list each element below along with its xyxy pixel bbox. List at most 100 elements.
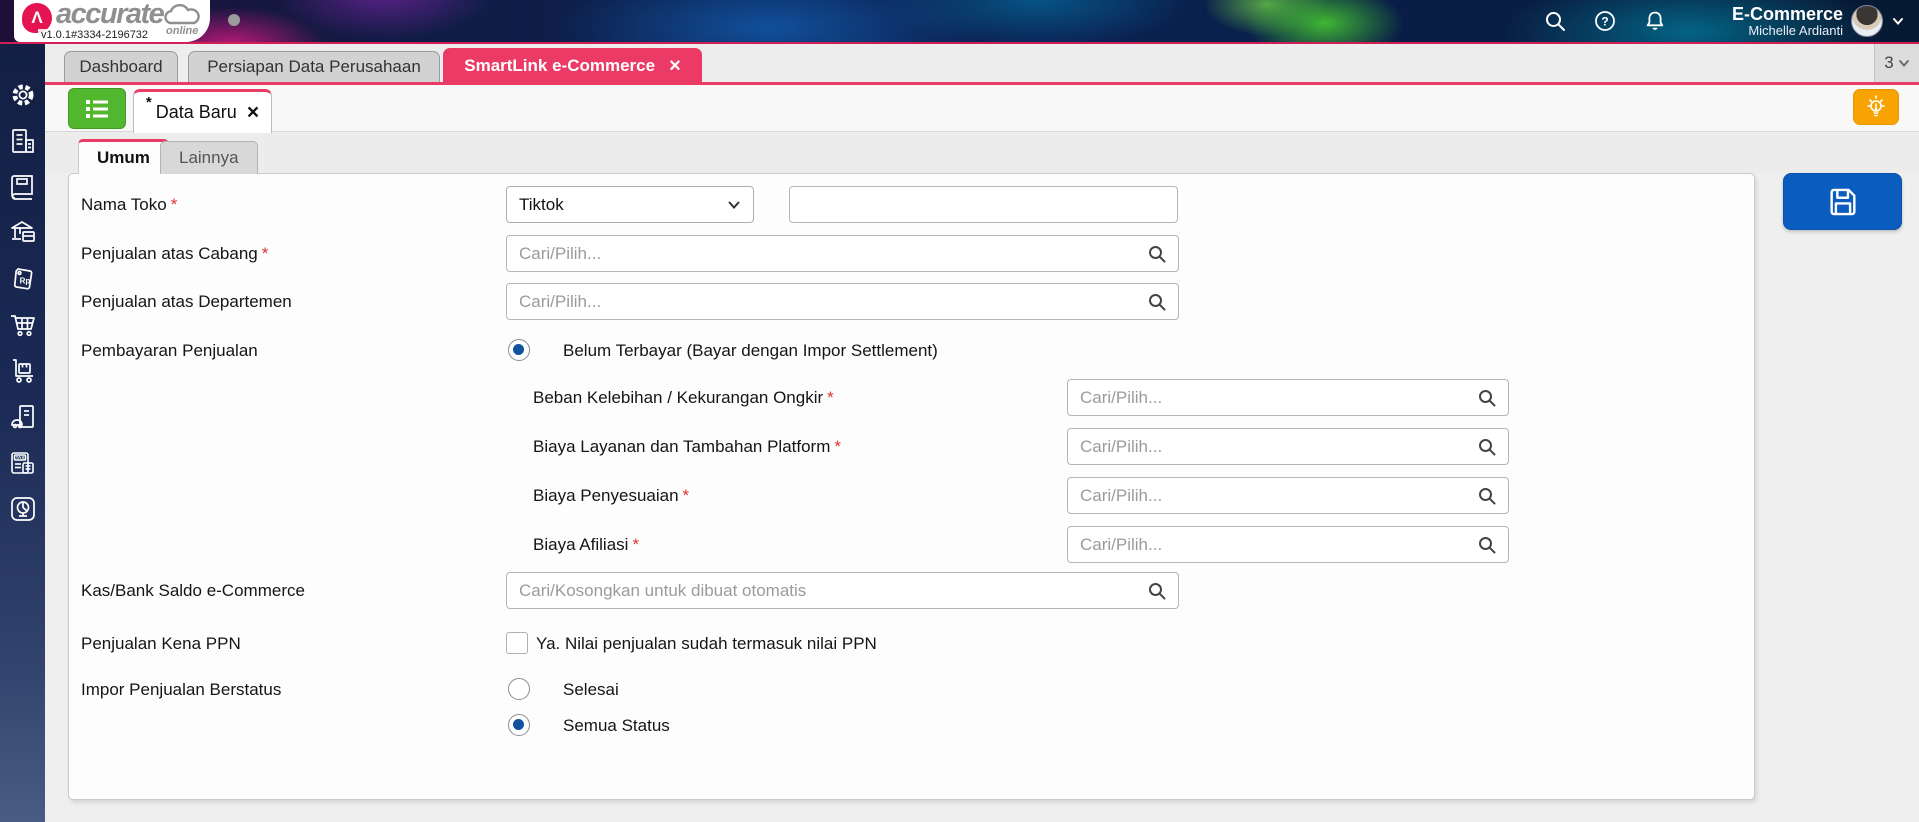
required-mark: * [170,195,178,214]
tab-dashboard[interactable]: Dashboard [64,51,178,82]
required-mark: * [834,437,842,456]
banner-dot [228,14,240,26]
required-mark: * [632,535,640,554]
form-tab-strip: Umum Lainnya [45,132,1919,174]
doc-tab-label: Data Baru [155,102,237,122]
document-bar: * Data Baru × [45,85,1919,133]
lightbulb-icon [1867,95,1885,117]
list-view-button[interactable] [68,88,126,129]
sidebar-nav: Rp TAX [0,44,45,822]
doc-tab-data-baru[interactable]: * Data Baru × [133,89,272,133]
chevron-down-icon [1898,60,1909,67]
search-icon[interactable] [1147,581,1167,601]
field-label-departemen: Penjualan atas Departemen [81,292,292,311]
tab-persiapan-data-perusahaan[interactable]: Persiapan Data Perusahaan [188,51,440,82]
radio-label: Semua Status [563,716,670,735]
user-menu[interactable]: E-Commerce Michelle Ardianti [1732,4,1905,38]
search-icon[interactable] [1477,388,1497,408]
sales-cart-icon[interactable] [8,310,38,340]
radio-selesai[interactable] [508,678,530,700]
search-icon[interactable] [1477,486,1497,506]
settings-icon[interactable] [8,80,38,110]
user-name: Michelle Ardianti [1748,23,1843,38]
tab-umum[interactable]: Umum [78,139,169,174]
beban-ongkir-search-input[interactable] [1067,379,1509,416]
required-mark: * [827,388,834,407]
radio-label: Selesai [563,680,619,699]
svg-text:?: ? [1601,15,1608,29]
form-panel: Nama Toko * Tiktok Penjualan atas Cabang *… [68,173,1755,800]
ledger-book-icon[interactable] [8,172,38,202]
tab-label: Persiapan Data Perusahaan [207,57,421,76]
radio-label: Belum Terbayar (Bayar dengan Impor Settl… [563,341,938,360]
field-label-cabang: Penjualan atas Cabang * [81,244,269,263]
field-label-biaya-afiliasi: Biaya Afiliasi * [533,535,640,554]
cabang-search-input[interactable] [506,235,1179,272]
fixed-assets-icon[interactable] [8,402,38,432]
brand-suffix: online [166,25,199,37]
brand-wordmark: accurate [56,0,165,30]
banking-icon[interactable] [8,218,38,248]
save-icon [1829,188,1856,215]
field-label-biaya-penyesuaian: Biaya Penyesuaian * [533,486,690,505]
radio-semua-status[interactable] [508,714,530,736]
field-label-nama-toko: Nama Toko * [81,195,178,214]
window-tab-bar: Dashboard Persiapan Data Perusahaan Smar… [45,44,1919,82]
radio-belum-terbayar[interactable] [508,339,530,361]
field-label-impor-status: Impor Penjualan Berstatus [81,680,282,699]
tab-lainnya[interactable]: Lainnya [160,141,258,174]
help-icon[interactable]: ? [1592,8,1618,34]
nama-toko-platform-select[interactable]: Tiktok [506,186,754,223]
reports-icon[interactable] [8,494,38,524]
hint-button[interactable] [1853,89,1899,125]
tab-count: 3 [1884,53,1894,72]
tab-count-menu[interactable]: 3 [1874,44,1919,82]
close-icon[interactable]: × [247,102,259,123]
svg-text:TAX: TAX [15,455,25,460]
nama-toko-input[interactable] [789,186,1178,223]
biaya-layanan-search-input[interactable] [1067,428,1509,465]
inventory-trolley-icon[interactable] [8,356,38,386]
ppn-checkbox[interactable] [506,632,528,654]
chevron-down-icon [728,201,740,209]
biaya-penyesuaian-search-input[interactable] [1067,477,1509,514]
top-banner: Λ accurate online v1.0.1#3334-2196732 ? … [0,0,1919,44]
tab-label: Lainnya [179,148,239,167]
currency-rp-icon[interactable]: Rp [8,264,38,294]
tab-label: SmartLink e-Commerce [464,55,656,75]
search-icon[interactable] [1542,8,1568,34]
required-mark: * [261,244,269,263]
svg-text:Rp: Rp [19,277,30,286]
tab-smartlink-ecommerce[interactable]: SmartLink e-Commerce × [443,48,702,82]
notifications-icon[interactable] [1642,8,1668,34]
kas-bank-search-input[interactable] [506,572,1179,609]
workspace-name: E-Commerce [1731,4,1843,24]
selected-platform: Tiktok [519,194,564,214]
accent-divider [45,82,1919,85]
chevron-down-icon [1893,18,1903,26]
app-window: Λ accurate online v1.0.1#3334-2196732 ? … [0,0,1919,822]
ppn-checkbox-label: Ya. Nilai penjualan sudah termasuk nilai… [536,634,877,653]
close-icon[interactable]: × [669,56,681,76]
search-icon[interactable] [1147,244,1167,264]
tax-icon[interactable]: TAX [8,448,38,478]
tab-label: Umum [97,148,150,167]
field-label-kas-bank: Kas/Bank Saldo e-Commerce [81,581,305,600]
app-version: v1.0.1#3334-2196732 [38,29,152,41]
field-label-ppn: Penjualan Kena PPN [81,634,241,653]
field-label-biaya-layanan: Biaya Layanan dan Tambahan Platform * [533,437,842,456]
search-icon[interactable] [1477,535,1497,555]
field-label-beban-ongkir: Beban Kelebihan / Kekurangan Ongkir * [533,388,834,407]
company-icon[interactable] [8,126,38,156]
avatar[interactable] [1851,5,1883,37]
required-mark: * [682,486,690,505]
list-icon [86,99,108,118]
search-icon[interactable] [1147,292,1167,312]
search-icon[interactable] [1477,437,1497,457]
biaya-afiliasi-search-input[interactable] [1067,526,1509,563]
tab-label: Dashboard [79,57,163,76]
save-button[interactable] [1783,173,1902,230]
field-label-pembayaran: Pembayaran Penjualan [81,341,258,360]
departemen-search-input[interactable] [506,283,1179,320]
unsaved-marker: * [145,94,152,111]
